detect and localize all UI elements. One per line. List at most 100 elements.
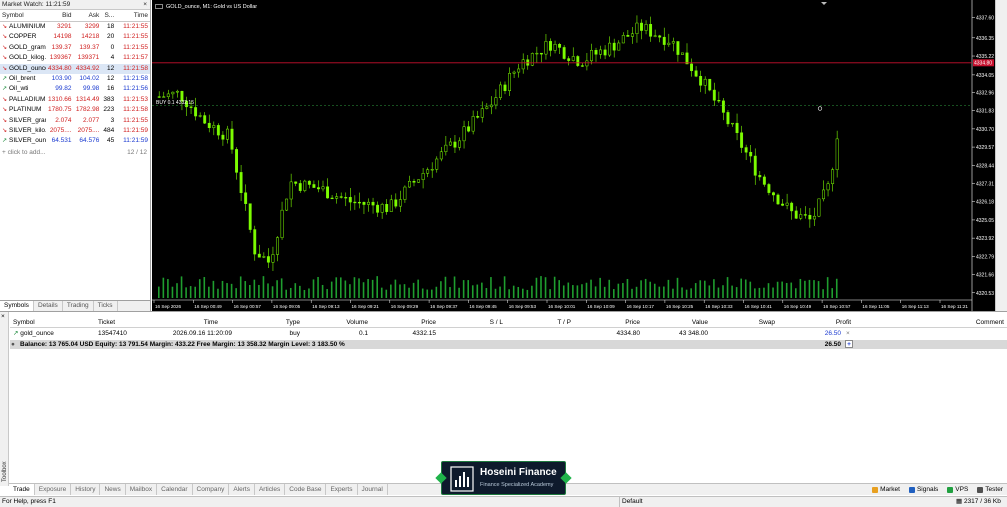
market-button[interactable]: Market — [872, 484, 900, 495]
volume-bar — [158, 286, 160, 298]
candle-body — [721, 100, 725, 113]
chart-canvas[interactable]: 4337.60 4336.35 4335.22 4334.05 4332.96 4331.… — [152, 0, 995, 311]
symbol-row[interactable]: ↘ GOLD_ounce 4334.80 4334.92 12 11:21:58 — [0, 63, 150, 74]
col-bid[interactable]: Bid — [46, 10, 74, 21]
tester-icon — [977, 486, 984, 493]
position-row[interactable]: ↗ gold_ounce 13547410 2026.09.16 11:20:0… — [10, 329, 1007, 339]
th-ticket[interactable]: Ticket — [98, 317, 115, 328]
time-tick-label: 16 Sep 11:05 — [862, 304, 889, 309]
volume-bar — [776, 281, 779, 298]
th-comment[interactable]: Comment — [950, 317, 1004, 328]
tab-news[interactable]: News — [100, 484, 126, 495]
th-swap[interactable]: Swap — [730, 317, 775, 328]
symbol-row[interactable]: ↘ ALUMINIUM 3291 3299 18 11:21:55 — [0, 22, 150, 32]
th-profit[interactable]: Profit — [800, 317, 851, 328]
candle-body — [303, 180, 307, 191]
volume-bar — [781, 281, 783, 298]
toolbox-strip[interactable]: × Toolbox — [0, 312, 9, 486]
candle-body — [203, 115, 207, 124]
candle-body — [312, 184, 316, 188]
th-volume[interactable]: Volume — [320, 317, 368, 328]
add-symbol-label[interactable]: + click to add... — [2, 147, 46, 158]
symbol-ask: 64.576 — [79, 137, 100, 145]
tab-articles[interactable]: Articles — [255, 484, 286, 495]
tab-exposure[interactable]: Exposure — [35, 484, 72, 495]
volume-bar — [704, 280, 706, 298]
candle-body — [235, 149, 238, 173]
status-help: For Help, press F1 — [2, 498, 56, 505]
th-price[interactable]: Price — [390, 317, 436, 328]
candle-body — [330, 197, 334, 200]
tab-calendar[interactable]: Calendar — [157, 484, 193, 495]
signals-button[interactable]: Signals — [908, 484, 938, 495]
candle-body — [385, 204, 389, 212]
tab-journal[interactable]: Journal — [358, 484, 388, 495]
close-position-icon[interactable]: × — [846, 329, 850, 339]
add-symbol-row[interactable]: + click to add... 12 / 12 — [0, 147, 150, 158]
symbol-ask: 14218 — [81, 33, 100, 41]
candle-body — [758, 175, 762, 178]
vertical-scrollbar[interactable] — [995, 0, 1007, 311]
price-chart[interactable]: 4337.60 4336.35 4335.22 4334.05 4332.96 4331.… — [152, 0, 995, 311]
volume-bar — [289, 287, 292, 298]
tab-code-base[interactable]: Code Base — [285, 484, 327, 495]
symbol-bid: 2075.... — [49, 126, 72, 134]
candle-body — [585, 60, 589, 67]
collapse-icon[interactable]: ● — [11, 340, 15, 349]
tab-details[interactable]: Details — [34, 301, 63, 311]
th-time[interactable]: Time — [160, 317, 218, 328]
symbol-row[interactable]: ↗ Oil_wti 99.82 99.98 16 11:21:56 — [0, 84, 150, 94]
col-symbol[interactable]: Symbol — [0, 10, 46, 21]
volume-bar — [653, 283, 656, 298]
col-ask[interactable]: Ask — [74, 10, 102, 21]
vps-button[interactable]: VPS — [947, 484, 968, 495]
volume-bar — [694, 283, 697, 298]
tab-symbols[interactable]: Symbols — [0, 301, 34, 311]
th-tp[interactable]: T / P — [520, 317, 571, 328]
symbol-row[interactable]: ↗ Oil_brent 103.90 104.02 12 11:21:58 — [0, 74, 150, 84]
tab-experts[interactable]: Experts — [326, 484, 358, 495]
th-sl[interactable]: S / L — [450, 317, 503, 328]
symbol-row[interactable]: ↗SILVER_oun... 64.531 64.576 45 11:21:59 — [0, 136, 150, 146]
th-current-price[interactable]: Price — [590, 317, 640, 328]
tab-mailbox[interactable]: Mailbox — [126, 484, 158, 495]
tab-alerts[interactable]: Alerts — [229, 484, 255, 495]
symbol-row[interactable]: ↘ PALLADIUM 1310.66 1314.49 383 11:21:53 — [0, 95, 150, 105]
add-icon[interactable]: + — [845, 340, 853, 348]
tab-trading[interactable]: Trading — [63, 301, 94, 311]
candle-body — [694, 70, 698, 77]
tab-trade[interactable]: Trade — [9, 484, 35, 495]
candle-body — [348, 197, 352, 203]
status-profile[interactable]: Default — [619, 497, 949, 507]
tab-company[interactable]: Company — [193, 484, 230, 495]
tab-history[interactable]: History — [71, 484, 101, 495]
volume-bar — [826, 277, 829, 298]
symbol-row[interactable]: ↘SILVER_kilo...2075....2075....48411:21:… — [0, 126, 150, 136]
position-current-price: 4334.80 — [616, 330, 641, 337]
th-type[interactable]: Type — [260, 317, 300, 328]
candle-body — [599, 49, 603, 55]
candle-body — [594, 50, 598, 55]
close-icon[interactable]: × — [1, 313, 5, 320]
symbol-row[interactable]: ↘SILVER_gram 2.074 2.077 3 11:21:55 — [0, 116, 150, 126]
symbol-row[interactable]: ↘ GOLD_gram 139.37 139.37 0 11:21:55 — [0, 43, 150, 53]
col-time[interactable]: Time — [116, 10, 150, 21]
symbol-time: 11:21:55 — [123, 43, 148, 51]
close-icon[interactable]: × — [143, 0, 147, 10]
symbol-row[interactable]: ↘ PLATINUM 1780.75 1782.98 223 11:21:58 — [0, 105, 150, 115]
volume-bar — [212, 280, 215, 298]
th-symbol[interactable]: Symbol — [13, 317, 35, 328]
volume-bar — [772, 287, 774, 298]
shift-marker-icon[interactable] — [821, 2, 827, 5]
candle-body — [812, 215, 816, 220]
tester-button[interactable]: Tester — [977, 484, 1003, 495]
chart-window-icon — [155, 4, 163, 9]
symbol-row[interactable]: ↘ COPPER 14198 14218 20 11:21:55 — [0, 32, 150, 42]
candle-body — [644, 24, 648, 31]
candle-body — [553, 44, 557, 51]
volume-bar — [198, 279, 201, 298]
col-spread[interactable]: S... — [101, 10, 116, 21]
symbol-row[interactable]: ↘GOLD_kilog...139367 139371 4 11:21:57 — [0, 53, 150, 63]
th-value[interactable]: Value — [660, 317, 708, 328]
tab-ticks[interactable]: Ticks — [94, 301, 118, 311]
